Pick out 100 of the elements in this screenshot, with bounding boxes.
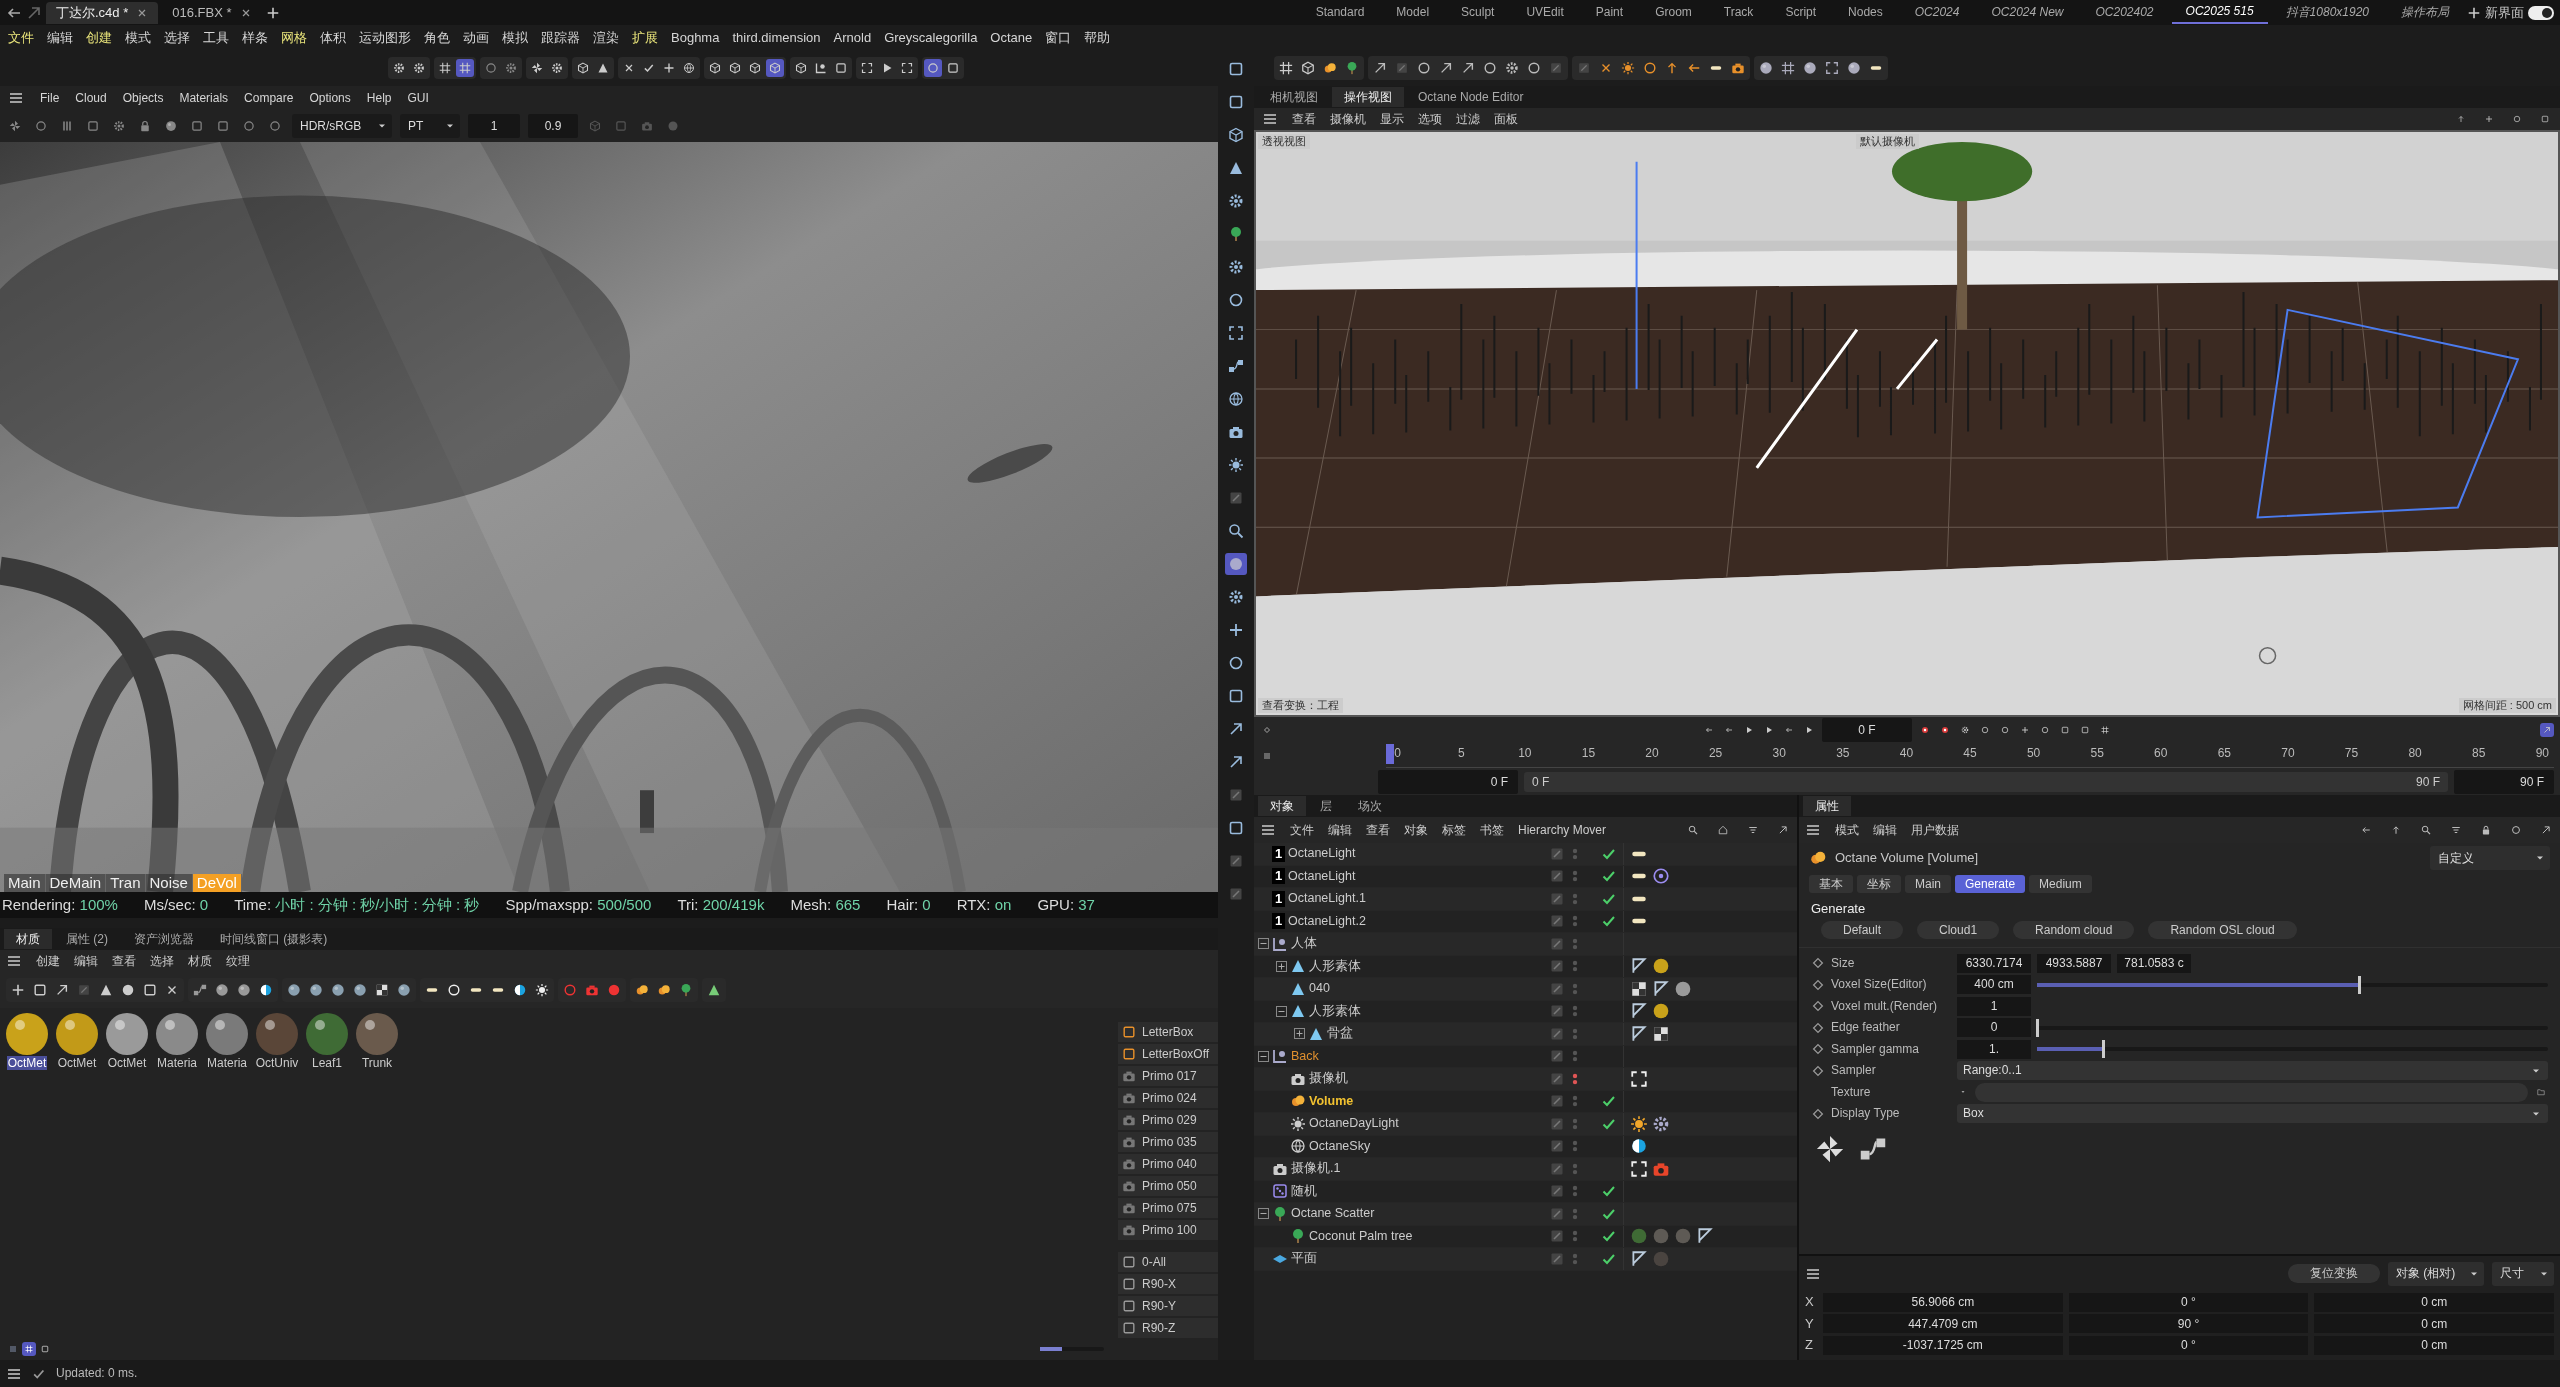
layout-tab[interactable]: UVEdit <box>1512 1 1578 24</box>
menu-item[interactable]: Greyscalegorilla <box>884 29 978 46</box>
render-tab[interactable]: Noise <box>145 874 193 892</box>
collapse-icon[interactable] <box>1276 1005 1287 1017</box>
object-name[interactable]: 人体 <box>1291 936 1317 952</box>
position-field[interactable]: -1037.1725 cm <box>1823 1335 2063 1355</box>
menu-item[interactable]: 查看 <box>112 953 136 969</box>
view-tab[interactable]: 相机视图 <box>1258 86 1330 108</box>
preset-item[interactable]: Primo 024 <box>1118 1088 1218 1108</box>
slider-thumb[interactable] <box>2102 1040 2106 1059</box>
number-field[interactable]: 0 <box>1957 1018 2031 1038</box>
diamond-icon[interactable] <box>1811 1063 1825 1078</box>
display-dropdown[interactable]: HDR/sRGB <box>292 114 392 138</box>
number-field[interactable]: 0.9 <box>528 114 578 138</box>
grid-icon[interactable] <box>22 1342 36 1356</box>
sun-icon[interactable] <box>1630 1114 1648 1133</box>
menu-item[interactable]: 扩展 <box>632 29 658 46</box>
menu-item[interactable]: 模拟 <box>502 29 528 46</box>
menu-item[interactable]: 模式 <box>125 29 151 46</box>
object-name[interactable]: 摄像机.1 <box>1291 1161 1341 1177</box>
file-tab[interactable]: 丁达尔.c4d * <box>46 1 159 24</box>
menu-item[interactable]: GUI <box>407 90 429 106</box>
menu-item[interactable]: 工具 <box>203 29 229 46</box>
attribute-tab[interactable]: 基本 <box>1809 875 1853 894</box>
layout-tab[interactable]: Sculpt <box>1447 1 1509 24</box>
preset-item[interactable]: R90-Y <box>1118 1296 1218 1316</box>
collapse-icon[interactable] <box>1258 938 1269 950</box>
menu-item[interactable]: 编辑 <box>1328 822 1352 838</box>
render-tab[interactable]: Tran <box>106 874 146 892</box>
render-tab[interactable]: Main <box>4 874 46 892</box>
number-field[interactable]: 1 <box>1957 996 2031 1016</box>
material-item[interactable]: Materia <box>153 1012 201 1071</box>
pencil-icon[interactable] <box>1549 1183 1565 1200</box>
preset-item[interactable]: Primo 050 <box>1118 1176 1218 1196</box>
size-field[interactable]: 0 cm <box>2314 1292 2554 1312</box>
menu-item[interactable]: Materials <box>179 90 229 106</box>
view-tab[interactable]: 操作视图 <box>1332 86 1404 108</box>
menu-item[interactable]: Compare <box>244 90 294 106</box>
panel-tab[interactable]: 场次 <box>1346 795 1394 817</box>
preset-item[interactable]: LetterBoxOff <box>1118 1044 1218 1064</box>
menu-item[interactable]: 用户数据 <box>1911 822 1959 838</box>
collapse-icon[interactable] <box>1258 1208 1269 1220</box>
triangle-flag-icon[interactable] <box>1696 1227 1714 1246</box>
half-circle-icon[interactable] <box>1630 1137 1648 1156</box>
pencil-icon[interactable] <box>1549 1048 1565 1065</box>
object-name[interactable]: OctaneSky <box>1309 1138 1371 1154</box>
triangle-flag-icon[interactable] <box>1652 979 1670 998</box>
material-item[interactable]: Trunk <box>353 1012 401 1071</box>
cube-icon[interactable] <box>766 59 784 77</box>
menu-item[interactable]: Hierarchy Mover <box>1518 822 1607 838</box>
dropdown[interactable]: Range:0..1 <box>1957 1061 2548 1081</box>
mode-dropdown[interactable]: 对象 (相对) <box>2388 1261 2484 1286</box>
attribute-tab[interactable]: 坐标 <box>1857 875 1901 894</box>
pencil-icon[interactable] <box>1549 913 1565 930</box>
triangle-flag-icon[interactable] <box>1630 1024 1648 1043</box>
preset-button[interactable]: Default <box>1821 921 1904 940</box>
preset-item[interactable]: 0-All <box>1118 1252 1218 1272</box>
panel-tab[interactable]: 属性 (2) <box>54 928 120 950</box>
triangle-flag-icon[interactable] <box>1630 1249 1648 1268</box>
panel-tab[interactable]: 资产浏览器 <box>122 928 206 950</box>
menu-item[interactable]: File <box>40 90 60 106</box>
slider-thumb[interactable] <box>2036 1018 2039 1037</box>
menu-item[interactable]: 帮助 <box>1084 29 1111 46</box>
menu-item[interactable]: Cloud <box>75 90 107 106</box>
diamond-icon[interactable] <box>1811 1042 1825 1057</box>
menu-item[interactable]: 运动图形 <box>359 29 411 46</box>
menu-item[interactable]: 过滤 <box>1456 111 1480 127</box>
pencil-icon[interactable] <box>1549 868 1565 885</box>
render-tab[interactable]: DeMain <box>45 874 107 892</box>
menu-item[interactable]: 文件 <box>8 29 34 46</box>
object-name[interactable]: OctaneLight.2 <box>1288 913 1366 929</box>
object-name[interactable]: 人形素体 <box>1309 958 1361 974</box>
menu-item[interactable]: Options <box>309 90 351 106</box>
menu-item[interactable]: 文件 <box>1290 822 1314 838</box>
layout-tab[interactable]: Nodes <box>1834 1 1897 24</box>
size-field[interactable]: 0 cm <box>2314 1335 2554 1355</box>
diamond-icon[interactable] <box>1811 977 1825 992</box>
layout-tab[interactable]: OC202402 <box>2081 1 2168 24</box>
object-name[interactable]: Octane Scatter <box>1291 1206 1375 1222</box>
number-field[interactable]: 1 <box>468 114 520 138</box>
menu-item[interactable]: 样条 <box>242 29 268 46</box>
layout-tab[interactable]: OC2024 New <box>1977 1 2078 24</box>
menu-item[interactable]: 选项 <box>1418 111 1442 127</box>
menu-item[interactable]: 体积 <box>320 29 346 46</box>
rotation-field[interactable]: 90 ° <box>2068 1314 2309 1334</box>
toggle-switch[interactable] <box>2528 5 2554 20</box>
kernel-dropdown[interactable]: PT <box>400 114 460 138</box>
panel-tab[interactable]: 对象 <box>1258 795 1306 817</box>
expand-icon[interactable] <box>1276 960 1287 972</box>
object-name[interactable]: 平面 <box>1291 1251 1317 1267</box>
preset-item[interactable]: Primo 040 <box>1118 1154 1218 1174</box>
layout-tab[interactable]: OC2025 515 <box>2171 1 2268 24</box>
preset-item[interactable]: Primo 075 <box>1118 1198 1218 1218</box>
size-mode-dropdown[interactable]: 尺寸 <box>2492 1261 2554 1286</box>
menu-item[interactable]: 对象 <box>1404 822 1428 838</box>
preset-button[interactable]: Cloud1 <box>1917 921 2000 940</box>
menu-item[interactable]: 材质 <box>188 953 212 969</box>
start-frame-field[interactable]: 0 F <box>1378 770 1518 794</box>
diamond-icon[interactable] <box>1811 1106 1825 1121</box>
menu-item[interactable]: Objects <box>122 90 164 106</box>
